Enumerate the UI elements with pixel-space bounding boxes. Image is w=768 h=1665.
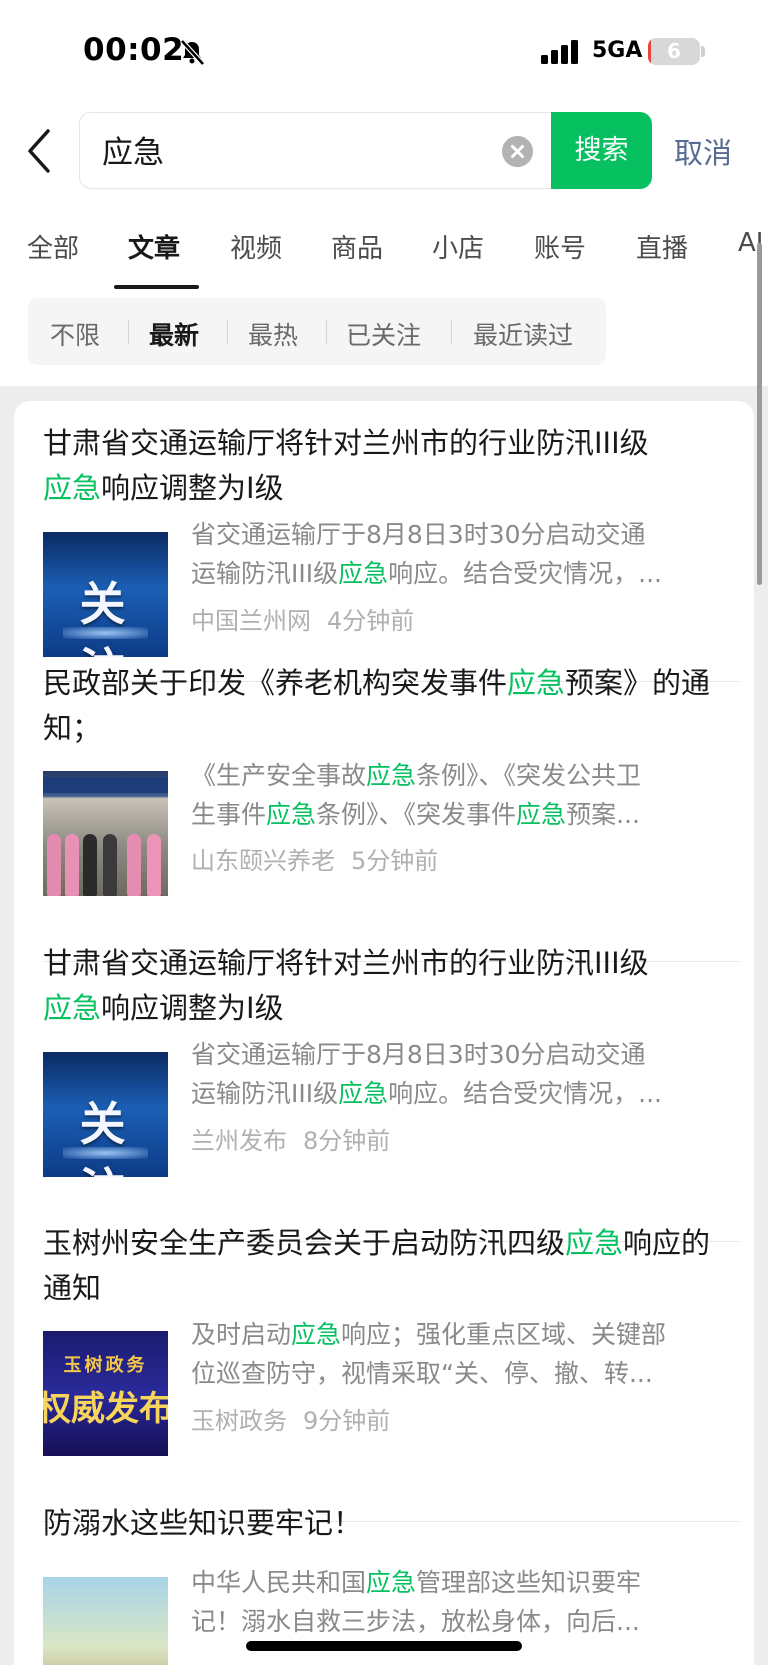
status-bar: 00:02 5GA 6 [0,0,768,104]
article-time: 9分钟前 [303,1407,391,1435]
article-result[interactable]: 民政部关于印发《养老机构突发事件应急预案》的通知； 《生产安全事故应急条例》、《… [43,661,739,901]
tab-all[interactable]: 全部 [27,228,79,265]
battery-icon: 6 [648,38,700,65]
article-result[interactable]: 玉树州安全生产委员会关于启动防汛四级应急响应的通知 玉树政务 权威发布 及时启动… [43,1221,739,1461]
filter-any[interactable]: 不限 [50,316,100,352]
filter-bar: 不限 最新 最热 已关注 最近读过 [28,298,606,365]
home-indicator[interactable] [246,1641,522,1651]
article-snippet: 《生产安全事故应急条例》、《突发公共卫 生事件应急条例》、《突发事件应急预案..… [191,761,642,829]
search-button[interactable]: 搜索 [551,112,652,189]
article-snippet: 省交通运输厅于8月8日3时30分启动交通 运输防汛III级应急响应。结合受灾情况… [191,520,662,588]
article-snippet: 省交通运输厅于8月8日3时30分启动交通 运输防汛III级应急响应。结合受灾情况… [191,1040,662,1108]
tab-shops[interactable]: 小店 [432,228,484,265]
article-thumbnail: 玉树政务 权威发布 [43,1331,168,1456]
status-time: 00:02 [83,32,185,68]
battery-cap [701,46,705,57]
filter-divider [227,320,228,344]
article-title: 防溺水这些知识要牢记！ [43,1506,363,1540]
article-thumbnail [43,771,168,896]
article-source: 玉树政务 [191,1407,287,1435]
article-title: 民政部关于印发《养老机构突发事件应急预案》的通知； [43,666,711,745]
search-box [79,112,551,189]
filter-hottest[interactable]: 最热 [248,316,298,352]
article-meta: 兰州发布 8分钟前 [191,1121,390,1156]
filter-recently-read[interactable]: 最近读过 [473,316,573,352]
results-list: 甘肃省交通运输厅将针对兰州市的行业防汛III级应急响应调整为Ⅰ级 关 注 省交通… [14,401,754,1665]
cellular-signal-icon [541,40,578,64]
scrollbar[interactable] [757,243,762,585]
article-title: 甘肃省交通运输厅将针对兰州市的行业防汛III级 应急响应调整为Ⅰ级 [43,426,649,505]
tab-live[interactable]: 直播 [636,228,688,265]
article-meta: 山东颐兴养老 5分钟前 [191,841,438,876]
tab-products[interactable]: 商品 [331,228,383,265]
filter-followed[interactable]: 已关注 [346,316,421,352]
article-meta: 玉树政务 9分钟前 [191,1401,390,1436]
article-meta: 中国兰州网 4分钟前 [191,601,414,636]
tab-videos[interactable]: 视频 [230,228,282,265]
filter-divider [451,320,452,344]
article-title: 甘肃省交通运输厅将针对兰州市的行业防汛III级 应急响应调整为Ⅰ级 [43,946,649,1025]
network-type: 5GA [592,38,643,63]
article-thumbnail [43,1577,168,1665]
tab-accounts[interactable]: 账号 [534,228,586,265]
cancel-button[interactable]: 取消 [674,130,732,172]
article-time: 4分钟前 [327,607,415,635]
article-result[interactable]: 甘肃省交通运输厅将针对兰州市的行业防汛III级应急响应调整为Ⅰ级 关 注 省交通… [43,941,739,1181]
active-tab-indicator [114,285,199,289]
article-thumbnail: 关 注 [43,1052,168,1177]
search-input[interactable] [102,131,462,167]
article-time: 5分钟前 [351,847,439,875]
article-snippet: 中华人民共和国应急管理部这些知识要牢 记！溺水自救三步法，放松身体，向后... [191,1568,642,1636]
battery-level: 6 [667,39,681,63]
article-title: 玉树州安全生产委员会关于启动防汛四级应急响应的通知 [43,1226,711,1305]
article-source: 兰州发布 [191,1127,287,1155]
clear-icon[interactable] [502,136,533,167]
article-snippet: 及时启动应急响应；强化重点区域、关键部 位巡查防守，视情采取“关、停、撤、转..… [191,1320,667,1388]
filter-divider [326,320,327,344]
bell-muted-icon [180,39,205,66]
article-thumbnail: 关 注 [43,532,168,657]
article-source: 中国兰州网 [191,607,311,635]
filter-divider [128,320,129,344]
article-source: 山东颐兴养老 [191,847,335,875]
category-tabs: 全部 文章 视频 商品 小店 账号 直播 AI [0,228,768,290]
filter-newest[interactable]: 最新 [149,316,199,352]
back-icon[interactable] [22,126,62,176]
article-time: 8分钟前 [303,1127,391,1155]
tab-articles[interactable]: 文章 [128,228,180,265]
article-result[interactable]: 甘肃省交通运输厅将针对兰州市的行业防汛III级应急响应调整为Ⅰ级 关 注 省交通… [43,421,739,661]
